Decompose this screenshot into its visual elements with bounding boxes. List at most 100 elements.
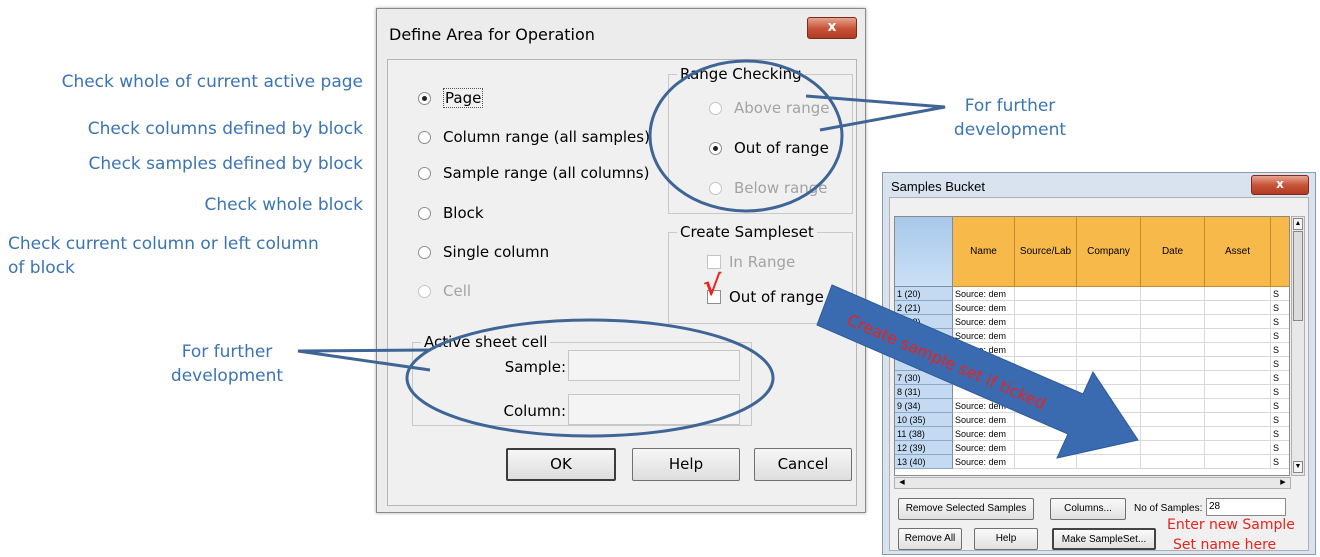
table-cell[interactable]	[1077, 455, 1141, 469]
table-cell[interactable]: Source: dem	[953, 287, 1015, 301]
table-cell[interactable]	[1077, 399, 1141, 413]
radio-out-of-range[interactable]: Out of range	[709, 139, 829, 157]
scroll-up-icon[interactable]: ▲	[1293, 218, 1303, 230]
table-cell[interactable]	[1077, 441, 1141, 455]
table-cell[interactable]	[1205, 287, 1271, 301]
table-cell[interactable]	[1015, 343, 1077, 357]
column-header[interactable]: Date	[1141, 217, 1205, 287]
table-cell[interactable]	[1141, 287, 1205, 301]
table-cell[interactable]: S	[1271, 413, 1289, 427]
table-cell[interactable]	[1077, 315, 1141, 329]
row-header[interactable]: 12 (39)	[895, 441, 953, 455]
table-cell[interactable]: S	[1271, 329, 1289, 343]
ok-button[interactable]: OK	[506, 448, 616, 481]
row-header[interactable]	[895, 343, 953, 357]
checkbox-out-of-range[interactable]: Out of range	[707, 288, 824, 306]
table-cell[interactable]	[1015, 301, 1077, 315]
scroll-thumb[interactable]	[1293, 231, 1303, 321]
close-icon[interactable]: x	[1251, 175, 1309, 195]
table-cell[interactable]: S	[1271, 287, 1289, 301]
table-cell[interactable]	[1141, 357, 1205, 371]
row-header[interactable]: 2 (21)	[895, 301, 953, 315]
row-header[interactable]	[895, 357, 953, 371]
scroll-down-icon[interactable]: ▼	[1293, 461, 1303, 473]
table-cell[interactable]	[1015, 399, 1077, 413]
table-cell[interactable]: Source: dem	[953, 427, 1015, 441]
radio-below-range[interactable]: Below range	[709, 179, 828, 197]
table-cell[interactable]: Source: dem	[953, 315, 1015, 329]
columns-button[interactable]: Columns...	[1050, 498, 1126, 520]
table-cell[interactable]: S	[1271, 399, 1289, 413]
column-header[interactable]: Asset	[1205, 217, 1271, 287]
make-sampleset-button[interactable]: Make SampleSet...	[1052, 528, 1156, 550]
scroll-left-icon[interactable]: ◀	[896, 478, 908, 488]
table-cell[interactable]	[1077, 427, 1141, 441]
table-cell[interactable]: S	[1271, 301, 1289, 315]
row-header[interactable]: 9 (34)	[895, 399, 953, 413]
row-header[interactable]: 7 (30)	[895, 371, 953, 385]
table-cell[interactable]	[1015, 371, 1077, 385]
table-cell[interactable]	[1205, 357, 1271, 371]
table-cell[interactable]	[1077, 357, 1141, 371]
table-cell[interactable]	[1015, 315, 1077, 329]
table-cell[interactable]: S	[1271, 441, 1289, 455]
table-cell[interactable]: S	[1271, 427, 1289, 441]
table-cell[interactable]: S	[1271, 343, 1289, 357]
cancel-button[interactable]: Cancel	[754, 448, 852, 481]
row-header[interactable]: 10 (35)	[895, 413, 953, 427]
table-cell[interactable]	[1077, 371, 1141, 385]
horizontal-scrollbar[interactable]: ◀ ▶	[894, 477, 1291, 489]
sample-field[interactable]	[568, 350, 740, 381]
table-cell[interactable]: Source: dem	[953, 455, 1015, 469]
radio-sample-range[interactable]: Sample range (all columns)	[418, 164, 649, 182]
table-cell[interactable]	[1141, 343, 1205, 357]
radio-page[interactable]: Page	[418, 88, 484, 108]
table-cell[interactable]	[1205, 413, 1271, 427]
vertical-scrollbar[interactable]: ▲ ▼	[1291, 216, 1305, 476]
table-cell[interactable]	[1205, 441, 1271, 455]
table-cell[interactable]	[1141, 385, 1205, 399]
table-cell[interactable]	[1141, 371, 1205, 385]
row-header[interactable]: 13 (40)	[895, 455, 953, 469]
table-cell[interactable]: S	[1271, 385, 1289, 399]
grid-corner[interactable]	[895, 217, 953, 287]
radio-column-range[interactable]: Column range (all samples)	[418, 128, 650, 146]
table-cell[interactable]	[1205, 315, 1271, 329]
table-cell[interactable]	[953, 371, 1015, 385]
radio-cell[interactable]: Cell	[418, 282, 471, 300]
radio-block[interactable]: Block	[418, 204, 484, 222]
help-button[interactable]: Help	[974, 528, 1038, 550]
table-cell[interactable]: S	[1271, 455, 1289, 469]
table-cell[interactable]	[1141, 455, 1205, 469]
table-cell[interactable]	[1015, 427, 1077, 441]
table-cell[interactable]	[1141, 301, 1205, 315]
table-cell[interactable]: S	[1271, 371, 1289, 385]
remove-all-button[interactable]: Remove All	[898, 528, 962, 550]
table-cell[interactable]	[1077, 413, 1141, 427]
table-cell[interactable]	[1141, 427, 1205, 441]
row-header[interactable]: 11 (38)	[895, 427, 953, 441]
radio-above-range[interactable]: Above range	[709, 99, 829, 117]
row-header[interactable]: 3 (22)	[895, 315, 953, 329]
table-cell[interactable]: Source: dem	[953, 329, 1015, 343]
row-header[interactable]: 8 (31)	[895, 385, 953, 399]
table-cell[interactable]	[953, 385, 1015, 399]
table-cell[interactable]	[1015, 287, 1077, 301]
column-header[interactable]: Company	[1077, 217, 1141, 287]
table-cell[interactable]	[1077, 385, 1141, 399]
samples-grid[interactable]: Name Source/Lab Company Date Asset 1 (20…	[894, 216, 1290, 476]
table-cell[interactable]	[1077, 301, 1141, 315]
table-cell[interactable]	[1015, 413, 1077, 427]
table-cell[interactable]	[1015, 441, 1077, 455]
table-cell[interactable]	[1015, 357, 1077, 371]
table-cell[interactable]	[1141, 413, 1205, 427]
table-cell[interactable]	[1205, 301, 1271, 315]
table-cell[interactable]: Source: dem	[953, 399, 1015, 413]
table-cell[interactable]	[1205, 427, 1271, 441]
row-header[interactable]	[895, 329, 953, 343]
radio-single-column[interactable]: Single column	[418, 243, 549, 261]
table-cell[interactable]: S	[1271, 357, 1289, 371]
table-cell[interactable]: Source: dem	[953, 413, 1015, 427]
table-cell[interactable]: Source: dem	[953, 301, 1015, 315]
column-field[interactable]	[568, 394, 740, 425]
